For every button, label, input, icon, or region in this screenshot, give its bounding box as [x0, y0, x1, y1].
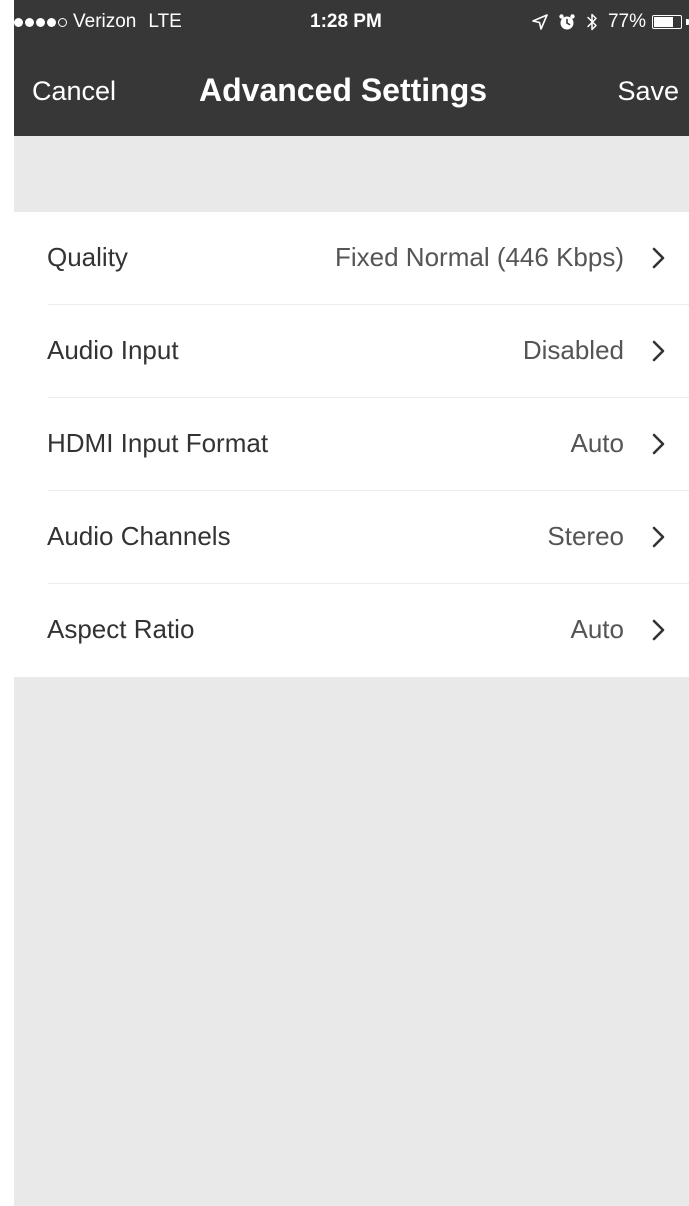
signal-dot — [47, 17, 56, 27]
setting-value: Fixed Normal (446 Kbps) — [335, 242, 624, 272]
page-title: Advanced Settings — [199, 72, 488, 108]
save-button[interactable]: Save — [617, 76, 679, 107]
carrier-name: Verizon — [73, 11, 137, 32]
signal-dot-empty — [58, 17, 67, 27]
setting-value: Disabled — [522, 335, 624, 365]
setting-label: Audio Channels — [47, 521, 231, 551]
chevron-right-icon — [652, 433, 665, 455]
setting-value: Stereo — [547, 521, 624, 551]
chevron-right-icon — [652, 526, 665, 548]
settings-row-audio-input[interactable]: Audio Input Disabled — [14, 305, 689, 398]
status-left: Verizon LTE — [14, 11, 182, 33]
battery-icon — [652, 15, 682, 29]
setting-value: Auto — [570, 614, 625, 644]
status-bar: Verizon LTE 1:28 PM 77% — [14, 0, 689, 44]
setting-label: Audio Input — [47, 335, 179, 365]
chevron-right-icon — [652, 247, 665, 269]
location-arrow-icon — [532, 14, 548, 30]
signal-strength-icon — [14, 17, 69, 27]
signal-dot — [14, 17, 23, 27]
settings-row-aspect-ratio[interactable]: Aspect Ratio Auto — [14, 584, 689, 677]
battery-fill — [654, 17, 673, 27]
setting-value: Auto — [570, 428, 625, 458]
navigation-bar: Cancel Advanced Settings Save — [14, 60, 689, 120]
bluetooth-icon — [586, 12, 598, 32]
setting-label: Quality — [47, 242, 128, 272]
network-type: LTE — [148, 11, 182, 32]
settings-list: Quality Fixed Normal (446 Kbps) Audio In… — [14, 212, 689, 677]
battery-percent: 77% — [607, 11, 646, 32]
status-right: 77% — [532, 11, 689, 33]
settings-row-quality[interactable]: Quality Fixed Normal (446 Kbps) — [14, 212, 689, 305]
chevron-right-icon — [652, 340, 665, 362]
signal-dot — [36, 17, 45, 27]
chevron-right-icon — [652, 619, 665, 641]
settings-screen: Verizon LTE 1:28 PM 77% Cancel Advanced … — [14, 0, 689, 1206]
alarm-clock-icon — [558, 13, 576, 31]
settings-row-audio-channels[interactable]: Audio Channels Stereo — [14, 491, 689, 584]
status-time: 1:28 PM — [310, 11, 382, 32]
header: Verizon LTE 1:28 PM 77% Cancel Advanced … — [14, 0, 689, 136]
settings-row-hdmi-input-format[interactable]: HDMI Input Format Auto — [14, 398, 689, 491]
signal-dot — [25, 17, 34, 27]
setting-label: Aspect Ratio — [47, 614, 195, 644]
cancel-button[interactable]: Cancel — [32, 76, 116, 107]
setting-label: HDMI Input Format — [47, 428, 269, 458]
